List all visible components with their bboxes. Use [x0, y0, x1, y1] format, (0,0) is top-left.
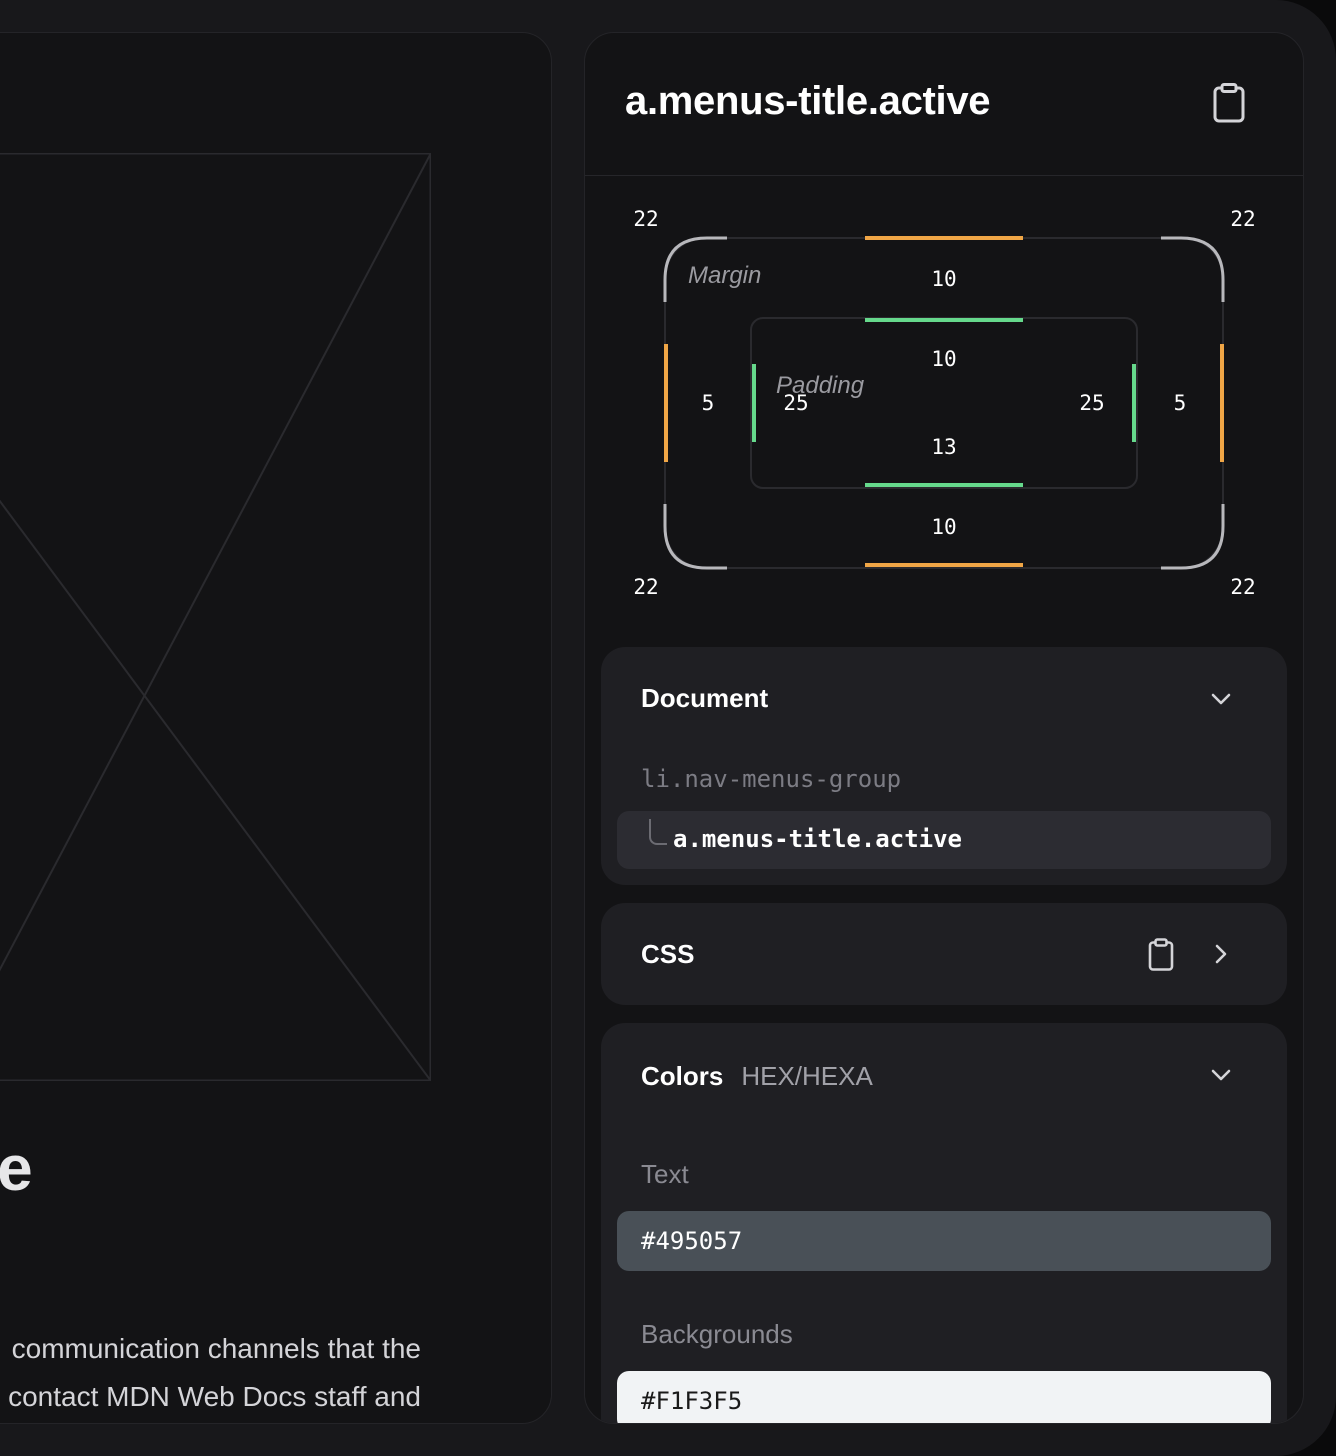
- radius-bottom-right: 22: [1230, 575, 1256, 599]
- css-section[interactable]: CSS: [601, 903, 1287, 1005]
- inspector-header: a.menus-title.active: [585, 33, 1303, 176]
- margin-left-value: 5: [701, 391, 715, 415]
- text-colors-label: Text: [641, 1159, 689, 1189]
- background-colors-label: Backgrounds: [641, 1319, 793, 1349]
- inspector-panel: a.menus-title.active 22 22 22 22 Margin …: [584, 32, 1304, 1424]
- css-section-title: CSS: [641, 939, 695, 969]
- radius-bottom-left: 22: [633, 575, 659, 599]
- selector-title: a.menus-title.active: [625, 79, 991, 123]
- clipboard-icon: [1213, 83, 1245, 123]
- document-section: Document li.nav-menus-group a.menus-titl…: [601, 647, 1287, 885]
- tree-branch-icon: [649, 819, 667, 845]
- margin-bottom-value: 10: [931, 515, 957, 539]
- radius-corner: [663, 504, 727, 570]
- clipboard-icon: [1148, 938, 1174, 971]
- margin-right-value: 5: [1173, 391, 1187, 415]
- copy-css-button[interactable]: [1141, 933, 1181, 977]
- preview-line: contact MDN Web Docs staff and: [8, 1381, 421, 1412]
- page-preview: website communication channels that the …: [0, 32, 552, 1424]
- document-section-title: Document: [641, 683, 769, 713]
- chevron-down-icon[interactable]: [1207, 685, 1235, 713]
- chevron-right-icon[interactable]: [1207, 940, 1235, 968]
- margin-top-value: 10: [931, 267, 957, 291]
- copy-selector-button[interactable]: [1209, 81, 1249, 125]
- document-parent-node[interactable]: li.nav-menus-group: [641, 765, 901, 793]
- preview-line: communication channels that the: [11, 1333, 421, 1364]
- text-color-swatch[interactable]: #495057: [617, 1211, 1271, 1271]
- radius-top-left: 22: [633, 207, 659, 231]
- padding-bottom-value: 13: [931, 435, 957, 459]
- document-current-label: a.menus-title.active: [673, 825, 962, 853]
- image-placeholder: [0, 153, 431, 1081]
- background-color-swatch[interactable]: #F1F3F5: [617, 1371, 1271, 1423]
- padding-top-value: 10: [931, 347, 957, 371]
- app-window: website communication channels that the …: [0, 0, 1336, 1456]
- colors-section-title: Colors HEX/HEXA: [641, 1061, 873, 1092]
- colors-title: Colors: [641, 1061, 724, 1091]
- document-current-node[interactable]: a.menus-title.active: [617, 811, 1271, 869]
- radius-top-right: 22: [1230, 207, 1256, 231]
- box-model-diagram: 22 22 22 22 Margin 10 10 5 5 Padding 10 …: [585, 176, 1303, 646]
- preview-heading: website: [0, 1132, 33, 1204]
- text-color-value: #495057: [641, 1227, 743, 1255]
- color-format-toggle[interactable]: HEX/HEXA: [741, 1061, 873, 1091]
- radius-corner: [1161, 504, 1225, 570]
- chevron-down-icon[interactable]: [1207, 1061, 1235, 1089]
- preview-body-text: communication channels that the contact …: [0, 1325, 421, 1421]
- padding-left-value: 25: [783, 391, 809, 415]
- padding-right-value: 25: [1079, 391, 1105, 415]
- background-color-value: #F1F3F5: [641, 1387, 743, 1415]
- colors-section: Colors HEX/HEXA Text #495057 Backgrounds …: [601, 1023, 1287, 1423]
- radius-corner: [1161, 236, 1225, 302]
- margin-label: Margin: [688, 262, 762, 289]
